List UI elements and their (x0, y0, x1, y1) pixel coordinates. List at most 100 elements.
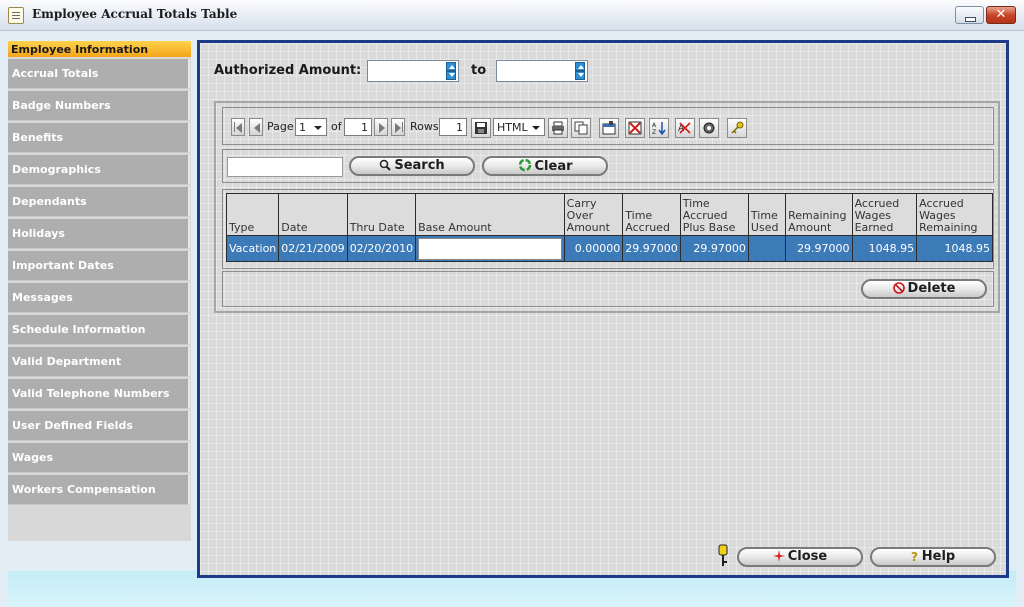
last-page-icon[interactable] (391, 118, 405, 136)
main-content: Authorized Amount: to Page 1 of 1 Rows 1… (200, 43, 1006, 575)
page-select[interactable]: 1 (295, 118, 327, 136)
table-row[interactable]: Vacation 02/21/2009 02/20/2010 0.00000 2… (225, 235, 993, 262)
column-header[interactable]: Remaining Amount (785, 193, 853, 236)
cell-time-accrued[interactable]: 29.97000 (622, 235, 681, 262)
sparkle-icon (772, 550, 785, 567)
cell-remaining[interactable]: 29.97000 (785, 235, 853, 262)
chevron-down-icon (532, 126, 540, 130)
sidebar-item-benefits[interactable]: Benefits (8, 123, 190, 153)
total-pages-field: 1 (344, 118, 372, 136)
clear-filter-icon[interactable] (625, 118, 645, 138)
of-label: of (331, 120, 342, 133)
column-header[interactable]: Time Used (747, 193, 787, 236)
cell-thru-date[interactable]: 02/20/2010 (346, 235, 417, 262)
next-page-icon[interactable] (374, 118, 388, 136)
recycle-icon (518, 158, 532, 177)
rows-label: Rows (410, 120, 439, 133)
search-button[interactable]: Search (349, 156, 475, 176)
grid-container: Page 1 of 1 Rows 1 HTML A Z A Search Cle… (214, 101, 1000, 313)
sidebar-item-schedule-information[interactable]: Schedule Information (8, 315, 190, 345)
export-format-select[interactable]: HTML (493, 118, 545, 136)
sidebar-item-valid-department[interactable]: Valid Department (8, 347, 190, 377)
copy-icon[interactable] (571, 118, 591, 138)
key-icon[interactable] (727, 118, 747, 138)
properties-icon[interactable] (599, 118, 619, 138)
sidebar-item-workers-compensation[interactable]: Workers Compensation (8, 475, 190, 505)
sidebar: Employee Information Accrual Totals Badg… (8, 41, 191, 541)
app-icon (8, 7, 24, 24)
window-frame: Employee Information Accrual Totals Badg… (0, 31, 1024, 607)
sidebar-item-messages[interactable]: Messages (8, 283, 190, 313)
column-header[interactable]: Time Accrued (622, 193, 681, 236)
cell-date[interactable]: 02/21/2009 (278, 235, 348, 262)
column-header[interactable]: Thru Date (346, 193, 417, 236)
sidebar-item-user-defined-fields[interactable]: User Defined Fields (8, 411, 190, 441)
page-label: Page (267, 120, 294, 133)
delete-button[interactable]: Delete (861, 279, 987, 299)
close-window-button[interactable]: ✕ (986, 6, 1016, 24)
svg-text:Z: Z (652, 129, 656, 135)
from-spinner[interactable] (446, 62, 456, 80)
authorized-amount-to-input[interactable] (496, 60, 588, 82)
first-page-icon[interactable] (231, 118, 245, 136)
spin-down-icon[interactable] (446, 71, 456, 80)
sort-icon[interactable]: AZ (649, 118, 669, 138)
sidebar-header[interactable]: Employee Information (8, 41, 191, 57)
svg-text:A: A (652, 122, 657, 129)
table-header-row: Type Date Thru Date Base Amount Carry Ov… (225, 193, 993, 236)
to-spinner[interactable] (575, 62, 585, 80)
search-bar: Search Clear (222, 149, 994, 183)
spin-up-icon[interactable] (575, 62, 585, 71)
cell-time-accrued-plus-base[interactable]: 29.97000 (679, 235, 749, 262)
accrual-table: Type Date Thru Date Base Amount Carry Ov… (225, 193, 993, 262)
sidebar-item-dependants[interactable]: Dependants (8, 187, 190, 217)
authorized-amount-label: Authorized Amount: (214, 63, 362, 78)
column-header[interactable]: Base Amount (415, 193, 565, 236)
column-header[interactable]: Type (225, 193, 280, 236)
cell-wages-earned[interactable]: 1048.95 (851, 235, 918, 262)
column-header[interactable]: Accrued Wages Remaining (916, 193, 993, 236)
help-icon: ? (911, 550, 919, 567)
rows-input[interactable]: 1 (439, 118, 467, 136)
minimize-button[interactable] (955, 6, 984, 24)
column-header[interactable]: Date (278, 193, 348, 236)
settings-gear-icon[interactable] (699, 118, 719, 138)
spin-up-icon[interactable] (446, 62, 456, 71)
cell-type[interactable]: Vacation (225, 235, 280, 262)
svg-text:?: ? (911, 550, 918, 562)
column-header[interactable]: Accrued Wages Earned (851, 193, 918, 236)
sidebar-item-important-dates[interactable]: Important Dates (8, 251, 190, 281)
previous-page-icon[interactable] (249, 118, 263, 136)
cell-base-amount[interactable] (415, 235, 565, 262)
clear-button[interactable]: Clear (482, 156, 608, 176)
close-x-icon: ✕ (995, 7, 1007, 22)
accrual-table-container: Type Date Thru Date Base Amount Carry Ov… (222, 189, 994, 269)
sidebar-item-valid-telephone-numbers[interactable]: Valid Telephone Numbers (8, 379, 190, 409)
cell-time-used[interactable] (747, 235, 787, 262)
sidebar-item-badge-numbers[interactable]: Badge Numbers (8, 91, 190, 121)
sidebar-item-wages[interactable]: Wages (8, 443, 190, 473)
chevron-down-icon (314, 126, 322, 130)
column-header[interactable]: Carry Over Amount (563, 193, 624, 236)
search-input[interactable] (227, 157, 343, 177)
grid-toolbar: Page 1 of 1 Rows 1 HTML A Z A (222, 107, 994, 145)
security-key-icon[interactable] (717, 544, 729, 571)
close-button[interactable]: Close (737, 547, 863, 567)
column-header[interactable]: Time Accrued Plus Base (679, 193, 749, 236)
spin-down-icon[interactable] (575, 71, 585, 80)
sidebar-item-accrual-totals[interactable]: Accrual Totals (8, 59, 190, 89)
help-button[interactable]: ? Help (870, 547, 996, 567)
save-icon[interactable] (471, 118, 491, 138)
cell-carry-over[interactable]: 0.00000 (563, 235, 624, 262)
remove-sort-icon[interactable]: A (675, 118, 695, 138)
base-amount-field[interactable] (418, 237, 562, 260)
to-label: to (471, 63, 487, 78)
magnifier-icon (379, 159, 392, 176)
window-title: Employee Accrual Totals Table (32, 7, 238, 21)
title-bar: Employee Accrual Totals Table ✕ (0, 0, 1024, 31)
sidebar-item-holidays[interactable]: Holidays (8, 219, 190, 249)
cell-wages-remaining[interactable]: 1048.95 (916, 235, 993, 262)
print-icon[interactable] (548, 118, 568, 138)
authorized-amount-from-input[interactable] (367, 60, 459, 82)
sidebar-item-demographics[interactable]: Demographics (8, 155, 190, 185)
